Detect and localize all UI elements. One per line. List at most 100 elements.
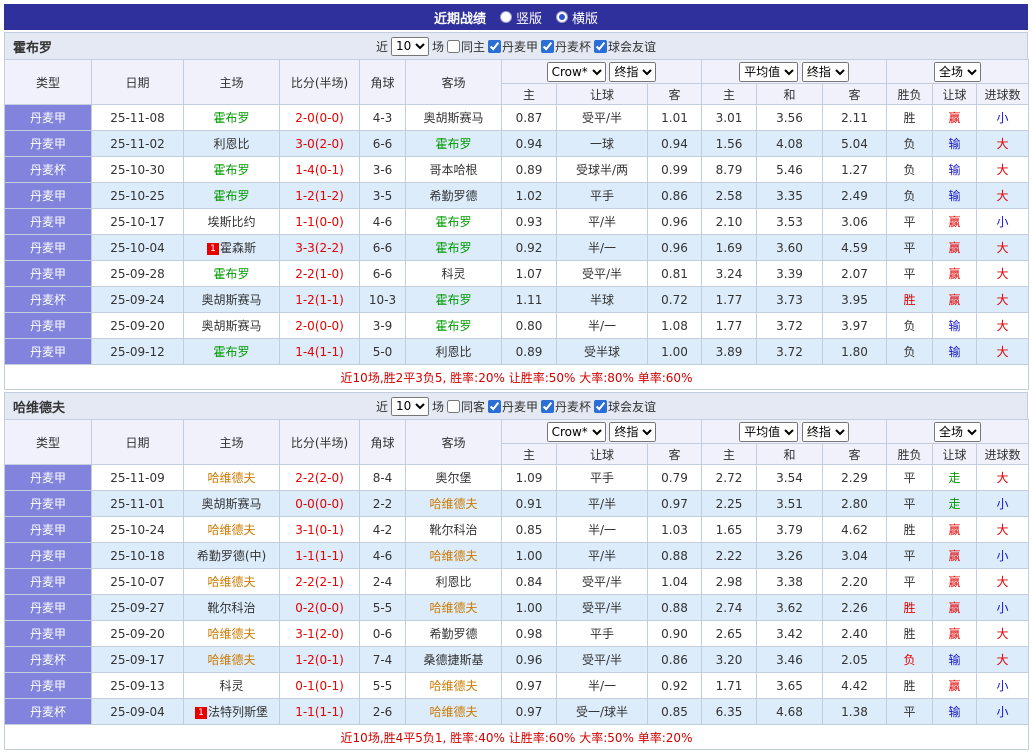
avg-final-select[interactable]: 终指 [801,61,849,82]
league-filter-2[interactable]: 球会友谊 [594,38,656,55]
match-score[interactable]: 1-2(0-1) [279,646,360,673]
match-score[interactable]: 1-1(0-0) [279,208,360,235]
league-checkbox-0[interactable] [488,399,501,413]
odds-company-select[interactable]: Crow* [546,421,606,442]
away-team[interactable]: 哈维德夫 [405,594,502,621]
league-type[interactable]: 丹麦甲 [4,182,92,209]
avg-final-select[interactable]: 终指 [801,421,849,442]
match-score[interactable]: 3-0(2-0) [279,130,360,157]
league-filter-2[interactable]: 球会友谊 [594,398,656,415]
home-team[interactable]: 哈维德夫 [183,464,280,491]
league-checkbox-2[interactable] [594,399,608,413]
away-team[interactable]: 哈维德夫 [405,672,502,699]
league-checkbox-0[interactable] [488,39,501,53]
match-score[interactable]: 1-4(0-1) [279,156,360,183]
home-team[interactable]: 利恩比 [183,130,280,157]
home-team[interactable]: 奥胡斯赛马 [183,312,280,339]
same-venue-checkbox[interactable] [446,399,460,413]
home-team[interactable]: 靴尔科治 [183,594,280,621]
scope-select[interactable]: 全场 [934,61,982,82]
match-score[interactable]: 0-2(0-0) [279,594,360,621]
match-score[interactable]: 1-1(1-1) [279,542,360,569]
match-score[interactable]: 1-4(1-1) [279,338,360,365]
home-team[interactable]: 科灵 [183,672,280,699]
home-team[interactable]: 哈维德夫 [183,646,280,673]
home-team[interactable]: 霍布罗 [183,260,280,287]
league-type[interactable]: 丹麦甲 [4,260,92,287]
away-team[interactable]: 哈维德夫 [405,542,502,569]
league-type[interactable]: 丹麦甲 [4,312,92,339]
away-team[interactable]: 靴尔科治 [405,516,502,543]
away-team[interactable]: 霍布罗 [405,234,502,261]
home-team[interactable]: 哈维德夫 [183,568,280,595]
league-type[interactable]: 丹麦杯 [4,286,92,313]
home-team[interactable]: 霍布罗 [183,338,280,365]
match-score[interactable]: 1-1(1-1) [279,698,360,725]
away-team[interactable]: 利恩比 [405,338,502,365]
avg-source-select[interactable]: 平均值 [739,421,799,442]
home-team[interactable]: 霍布罗 [183,182,280,209]
league-checkbox-1[interactable] [541,399,555,413]
away-team[interactable]: 霍布罗 [405,312,502,339]
same-venue-checkbox[interactable] [446,39,460,53]
league-checkbox-2[interactable] [594,39,608,53]
layout-radio-horizontal[interactable]: 横版 [556,8,598,27]
home-team[interactable]: 希勤罗德(中) [183,542,280,569]
home-team[interactable]: 哈维德夫 [183,516,280,543]
league-type[interactable]: 丹麦甲 [4,620,92,647]
home-team[interactable]: 埃斯比约 [183,208,280,235]
match-score[interactable]: 2-2(2-1) [279,568,360,595]
match-score[interactable]: 3-1(0-1) [279,516,360,543]
scope-select[interactable]: 全场 [934,421,982,442]
league-type[interactable]: 丹麦甲 [4,104,92,131]
league-filter-1[interactable]: 丹麦杯 [541,38,591,55]
match-score[interactable]: 0-1(0-1) [279,672,360,699]
match-score[interactable]: 0-0(0-0) [279,490,360,517]
match-count-select[interactable]: 10 [390,36,429,56]
home-team[interactable]: 1 法特列斯堡 [183,698,280,725]
league-type[interactable]: 丹麦杯 [4,646,92,673]
league-filter-0[interactable]: 丹麦甲 [488,398,538,415]
match-score[interactable]: 2-0(0-0) [279,104,360,131]
league-type[interactable]: 丹麦甲 [4,490,92,517]
match-score[interactable]: 3-3(2-2) [279,234,360,261]
same-venue-filter[interactable]: 同主 [446,38,485,55]
away-team[interactable]: 哈维德夫 [405,698,502,725]
match-score[interactable]: 2-0(0-0) [279,312,360,339]
away-team[interactable]: 奥胡斯赛马 [405,104,502,131]
odds-company-select[interactable]: Crow* [546,61,606,82]
home-team[interactable]: 霍布罗 [183,156,280,183]
odds-final-select[interactable]: 终指 [609,421,657,442]
home-team[interactable]: 奥胡斯赛马 [183,286,280,313]
league-type[interactable]: 丹麦甲 [4,208,92,235]
home-team[interactable]: 1 霍森斯 [183,234,280,261]
away-team[interactable]: 奥尔堡 [405,464,502,491]
away-team[interactable]: 哈维德夫 [405,490,502,517]
match-score[interactable]: 1-2(1-1) [279,286,360,313]
odds-final-select[interactable]: 终指 [609,61,657,82]
home-team[interactable]: 哈维德夫 [183,620,280,647]
match-score[interactable]: 1-2(1-2) [279,182,360,209]
away-team[interactable]: 希勤罗德 [405,182,502,209]
away-team[interactable]: 霍布罗 [405,130,502,157]
avg-source-select[interactable]: 平均值 [739,61,799,82]
league-type[interactable]: 丹麦甲 [4,542,92,569]
away-team[interactable]: 利恩比 [405,568,502,595]
away-team[interactable]: 希勤罗德 [405,620,502,647]
away-team[interactable]: 哥本哈根 [405,156,502,183]
league-type[interactable]: 丹麦杯 [4,698,92,725]
away-team[interactable]: 桑德捷斯基 [405,646,502,673]
match-score[interactable]: 2-2(1-0) [279,260,360,287]
league-type[interactable]: 丹麦甲 [4,464,92,491]
away-team[interactable]: 科灵 [405,260,502,287]
league-type[interactable]: 丹麦甲 [4,568,92,595]
layout-radio-vertical[interactable]: 竖版 [499,8,542,27]
home-team[interactable]: 奥胡斯赛马 [183,490,280,517]
away-team[interactable]: 霍布罗 [405,286,502,313]
league-type[interactable]: 丹麦甲 [4,234,92,261]
away-team[interactable]: 霍布罗 [405,208,502,235]
league-type[interactable]: 丹麦甲 [4,130,92,157]
league-filter-1[interactable]: 丹麦杯 [541,398,591,415]
league-type[interactable]: 丹麦甲 [4,338,92,365]
match-score[interactable]: 2-2(2-0) [279,464,360,491]
